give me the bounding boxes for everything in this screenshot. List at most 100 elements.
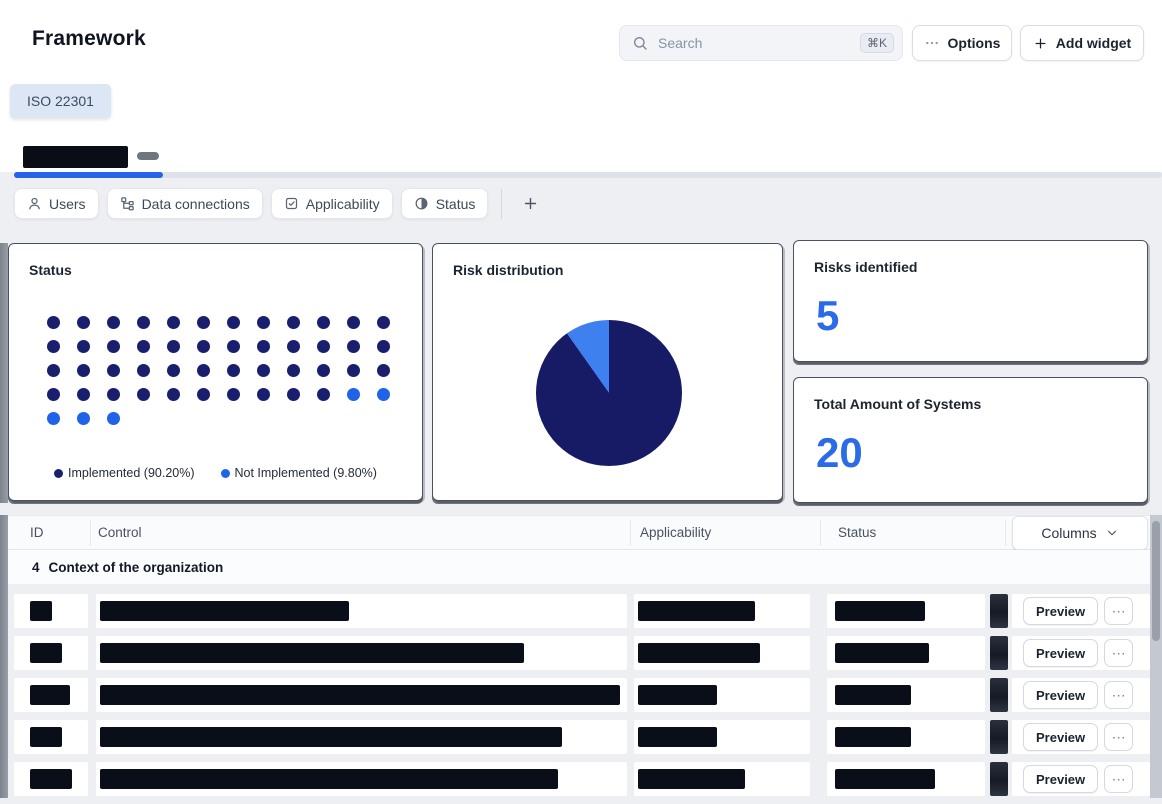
dot-implemented xyxy=(47,364,60,377)
add-widget-button[interactable]: Add widget xyxy=(1020,25,1144,61)
left-edge-shadow xyxy=(0,243,8,503)
scrollbar-thumb[interactable] xyxy=(1152,521,1160,641)
table-section-header[interactable]: 4 Context of the organization xyxy=(8,550,1150,585)
table-row[interactable]: Preview⋯ xyxy=(8,636,1150,670)
tab-users[interactable]: Users xyxy=(14,188,99,219)
status-dot-grid xyxy=(47,316,390,425)
redacted-status xyxy=(835,727,911,747)
more-button[interactable]: ⋯ xyxy=(1104,723,1133,751)
dot-implemented xyxy=(377,364,390,377)
dot-implemented xyxy=(107,340,120,353)
applicability-cell xyxy=(634,636,810,670)
table-row[interactable]: Preview⋯ xyxy=(8,678,1150,712)
table-row[interactable]: Preview⋯ xyxy=(8,594,1150,628)
dot-implemented xyxy=(77,316,90,329)
more-button[interactable]: ⋯ xyxy=(1104,639,1133,667)
add-tab-button[interactable] xyxy=(515,189,545,219)
control-cell xyxy=(96,636,627,670)
columns-button[interactable]: Columns xyxy=(1012,516,1148,550)
dot-implemented xyxy=(347,364,360,377)
status-cell xyxy=(827,594,985,628)
redacted-status xyxy=(835,769,935,789)
dot-implemented xyxy=(377,340,390,353)
hierarchy-icon xyxy=(120,196,135,211)
status-cell xyxy=(827,636,985,670)
progress-bar xyxy=(14,172,1162,178)
control-cell xyxy=(96,678,627,712)
column-divider xyxy=(630,520,631,546)
preview-button[interactable]: Preview xyxy=(1023,765,1098,793)
scrollbar[interactable] xyxy=(1150,515,1162,798)
preview-button[interactable]: Preview xyxy=(1023,639,1098,667)
dot-implemented xyxy=(137,340,150,353)
progress-fill xyxy=(14,172,163,178)
actions-cell: Preview⋯ xyxy=(1012,678,1150,712)
preview-button[interactable]: Preview xyxy=(1023,597,1098,625)
search-box[interactable]: ⌘K xyxy=(619,25,903,61)
dot-not-implemented xyxy=(77,412,90,425)
more-button[interactable]: ⋯ xyxy=(1104,681,1133,709)
preview-button[interactable]: Preview xyxy=(1023,681,1098,709)
table-row[interactable]: Preview⋯ xyxy=(8,762,1150,796)
table-header: ID Control Applicability Status xyxy=(8,515,1150,550)
tab-status[interactable]: Status xyxy=(401,188,489,219)
status-cell xyxy=(827,720,985,754)
column-header-id[interactable]: ID xyxy=(30,516,44,549)
legend-label: Not Implemented (9.80%) xyxy=(235,466,377,480)
column-header-control[interactable]: Control xyxy=(98,516,142,549)
dot-implemented xyxy=(227,340,240,353)
options-button[interactable]: Options xyxy=(912,25,1012,61)
tab-data-connections[interactable]: Data connections xyxy=(107,188,263,219)
column-header-status[interactable]: Status xyxy=(838,516,876,549)
stat-value: 5 xyxy=(816,293,839,339)
dot-implemented xyxy=(197,364,210,377)
more-button[interactable]: ⋯ xyxy=(1104,597,1133,625)
plus-icon xyxy=(522,195,539,212)
columns-button-label: Columns xyxy=(1041,525,1096,541)
redacted-control xyxy=(100,601,349,621)
table-row[interactable]: Preview⋯ xyxy=(8,720,1150,754)
dot-implemented xyxy=(107,316,120,329)
status-cell xyxy=(827,762,985,796)
dot-implemented xyxy=(347,316,360,329)
redacted-status xyxy=(835,685,911,705)
tab-label: Status xyxy=(436,196,476,212)
dot-implemented xyxy=(227,388,240,401)
redacted-id xyxy=(30,601,52,621)
dot-implemented xyxy=(287,340,300,353)
column-divider xyxy=(90,520,91,546)
checkbox-icon xyxy=(284,196,299,211)
dot-implemented xyxy=(47,388,60,401)
tab-applicability[interactable]: Applicability xyxy=(271,188,393,219)
search-input[interactable] xyxy=(656,34,852,52)
redacted-strip xyxy=(990,762,1008,796)
widget-title: Risk distribution xyxy=(453,262,563,278)
dot-implemented xyxy=(257,316,270,329)
tab-label: Applicability xyxy=(306,196,380,212)
column-header-applicability[interactable]: Applicability xyxy=(640,516,711,549)
redacted-control xyxy=(100,769,558,789)
dot-implemented xyxy=(317,340,330,353)
dot-implemented xyxy=(167,388,180,401)
section-title: Context of the organization xyxy=(49,560,224,575)
dot-implemented xyxy=(197,388,210,401)
risk-distribution-widget: Risk distribution xyxy=(432,243,783,501)
dot-implemented xyxy=(47,340,60,353)
id-cell xyxy=(14,678,88,712)
dot-not-implemented xyxy=(107,412,120,425)
redacted-applicability xyxy=(638,685,717,705)
framework-chip[interactable]: ISO 22301 xyxy=(10,84,111,118)
status-cell xyxy=(827,678,985,712)
dot-implemented xyxy=(77,388,90,401)
dot-implemented xyxy=(197,316,210,329)
id-cell xyxy=(14,720,88,754)
dot-not-implemented xyxy=(377,388,390,401)
stat-value: 20 xyxy=(816,430,863,476)
control-cell xyxy=(96,594,627,628)
preview-button[interactable]: Preview xyxy=(1023,723,1098,751)
more-button[interactable]: ⋯ xyxy=(1104,765,1133,793)
redacted-id xyxy=(30,685,70,705)
redacted-control xyxy=(100,727,562,747)
redacted-id xyxy=(30,727,62,747)
legend-dot-implemented xyxy=(54,469,63,478)
